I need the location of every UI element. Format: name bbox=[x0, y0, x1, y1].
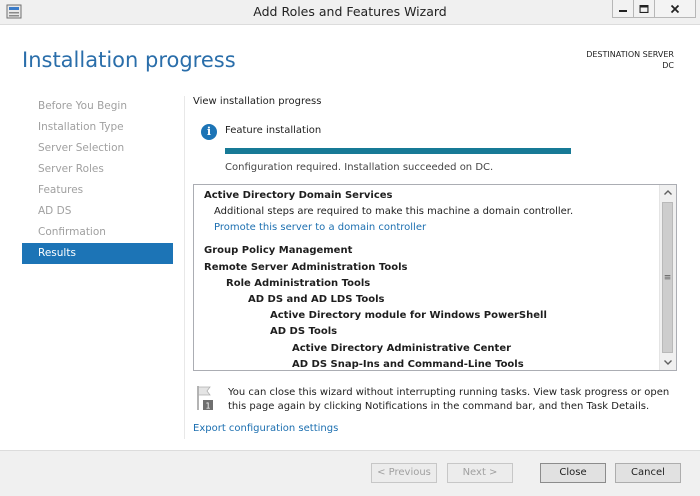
scroll-thumb[interactable]: ≡ bbox=[662, 202, 673, 353]
page-title: Installation progress bbox=[22, 48, 236, 72]
progress-fill bbox=[225, 148, 571, 154]
nav-item-server-selection[interactable]: Server Selection bbox=[22, 138, 173, 159]
wizard-footer: < Previous Next > Close Cancel bbox=[0, 450, 700, 496]
info-icon: i bbox=[201, 124, 217, 140]
close-icon bbox=[670, 4, 680, 13]
destination-label: DESTINATION SERVER bbox=[586, 50, 674, 59]
results-scrollbar[interactable]: ≡ bbox=[659, 185, 676, 370]
result-item: AD DS and AD LDS Tools bbox=[248, 294, 385, 305]
svg-text:1: 1 bbox=[205, 402, 210, 411]
installation-status: Configuration required. Installation suc… bbox=[225, 162, 494, 173]
nav-item-installation-type[interactable]: Installation Type bbox=[22, 117, 173, 138]
feature-installation-label: Feature installation bbox=[225, 125, 322, 136]
destination-server: DESTINATION SERVER DC bbox=[586, 49, 674, 71]
nav-item-before-you-begin[interactable]: Before You Begin bbox=[22, 96, 173, 117]
result-item: Group Policy Management bbox=[204, 245, 353, 257]
nav-item-server-roles[interactable]: Server Roles bbox=[22, 159, 173, 180]
export-configuration-link[interactable]: Export configuration settings bbox=[193, 423, 338, 434]
cancel-button[interactable]: Cancel bbox=[615, 463, 681, 483]
result-item: AD DS Snap-Ins and Command-Line Tools bbox=[292, 358, 524, 370]
result-item: Active Directory Administrative Center bbox=[292, 342, 512, 354]
results-box[interactable]: Active Directory Domain Services Addition… bbox=[193, 184, 677, 371]
nav-item-ad-ds[interactable]: AD DS bbox=[22, 201, 173, 222]
scroll-grip-icon: ≡ bbox=[663, 272, 672, 283]
promote-domain-controller-link[interactable]: Promote this server to a domain controll… bbox=[214, 222, 426, 233]
maximize-icon bbox=[639, 4, 649, 13]
maximize-button[interactable] bbox=[633, 0, 655, 18]
content-subheading: View installation progress bbox=[193, 96, 322, 107]
destination-value: DC bbox=[662, 61, 674, 70]
nav-divider bbox=[184, 96, 185, 439]
scroll-up-icon bbox=[664, 190, 672, 195]
previous-button[interactable]: < Previous bbox=[371, 463, 437, 483]
nav-item-results[interactable]: Results bbox=[22, 243, 173, 264]
result-item: Active Directory module for Windows Powe… bbox=[270, 310, 547, 322]
installation-progress-bar bbox=[225, 148, 571, 154]
close-wizard-note: You can close this wizard without interr… bbox=[228, 387, 670, 412]
window-controls bbox=[612, 0, 696, 18]
flag-notification-icon: 1 bbox=[197, 386, 213, 411]
window-title: Add Roles and Features Wizard bbox=[253, 4, 447, 19]
nav-item-confirmation[interactable]: Confirmation bbox=[22, 222, 173, 243]
close-window-button[interactable] bbox=[654, 0, 696, 18]
result-item: Active Directory Domain Services bbox=[204, 190, 393, 201]
next-button[interactable]: Next > bbox=[447, 463, 513, 483]
scroll-up-button[interactable] bbox=[660, 185, 676, 201]
results-list: Active Directory Domain Services Addition… bbox=[194, 185, 660, 370]
wizard-nav: Before You Begin Installation Type Serve… bbox=[22, 96, 173, 264]
wizard-window: Add Roles and Features Wizard Installati… bbox=[0, 0, 700, 496]
result-item: Remote Server Administration Tools bbox=[204, 261, 408, 273]
title-bar: Add Roles and Features Wizard bbox=[0, 0, 700, 25]
scroll-down-button[interactable] bbox=[660, 354, 676, 370]
minimize-button[interactable] bbox=[612, 0, 634, 18]
result-item: Additional steps are required to make th… bbox=[214, 206, 574, 218]
close-button[interactable]: Close bbox=[540, 463, 606, 483]
result-item: AD DS Tools bbox=[270, 326, 338, 338]
nav-item-features[interactable]: Features bbox=[22, 180, 173, 201]
result-item: Role Administration Tools bbox=[226, 277, 371, 289]
scroll-down-icon bbox=[664, 360, 672, 365]
minimize-icon bbox=[619, 9, 627, 12]
